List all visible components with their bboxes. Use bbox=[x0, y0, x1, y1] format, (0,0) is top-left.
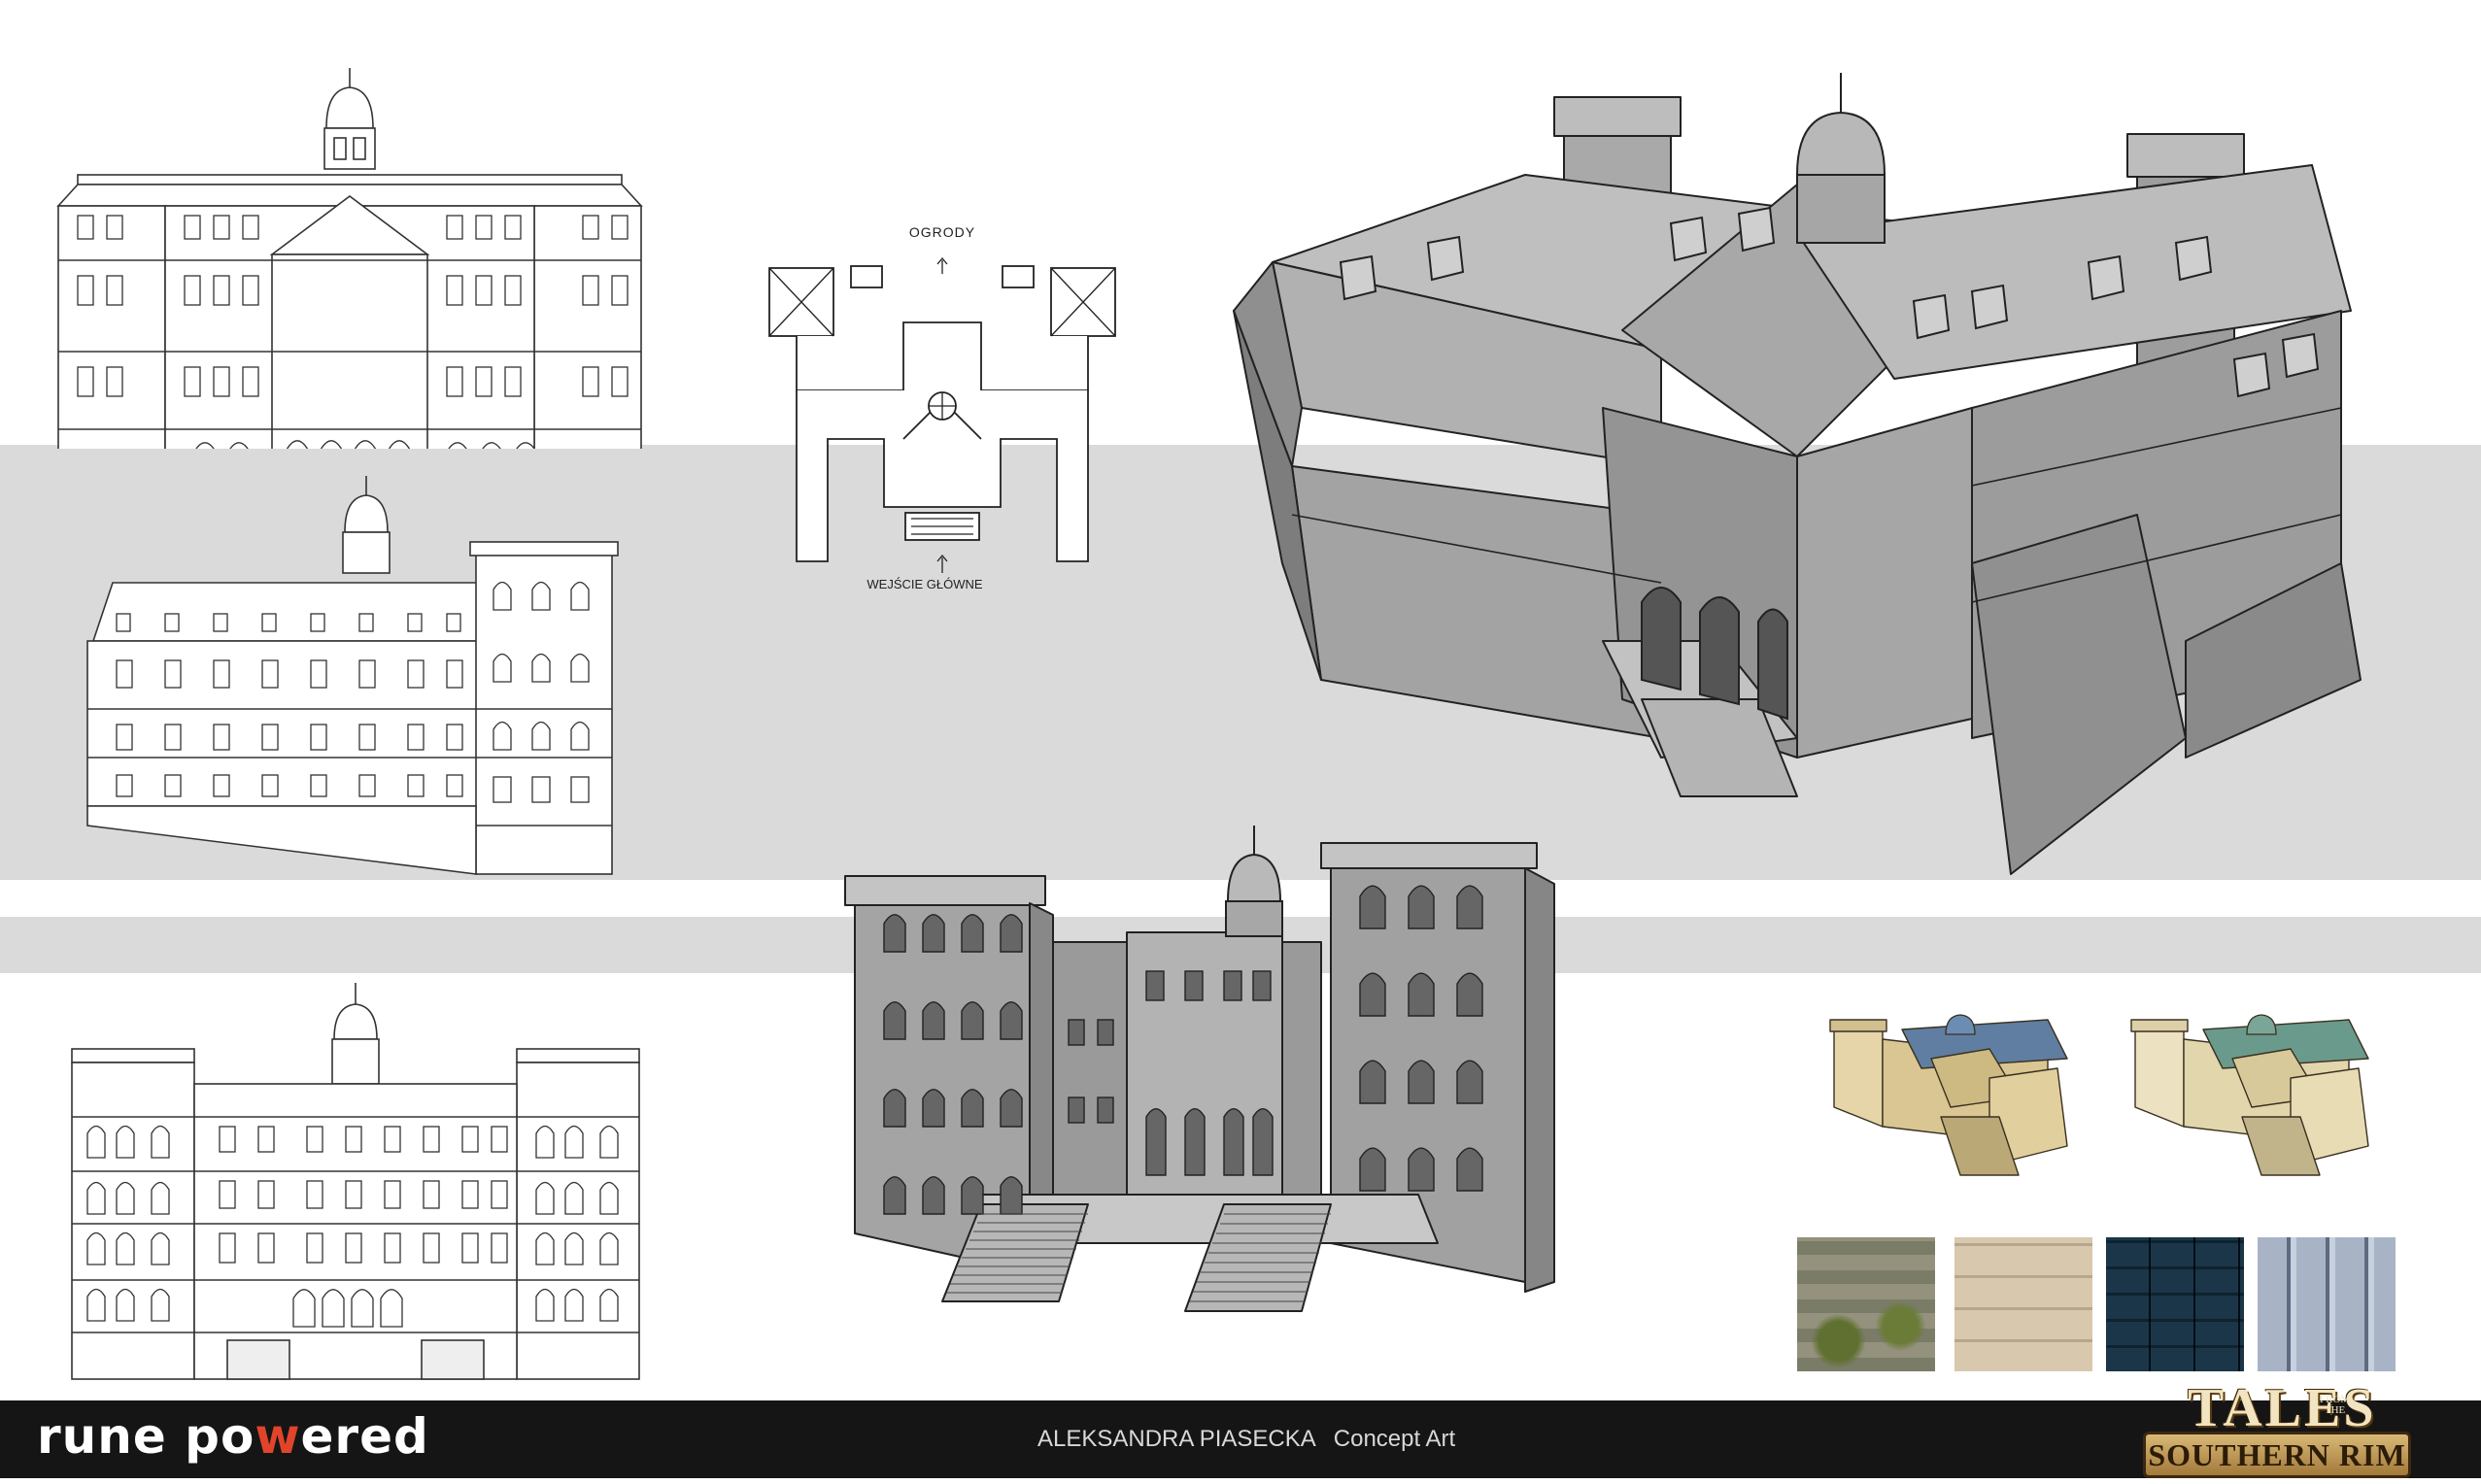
isometric-building-model bbox=[1214, 58, 2380, 932]
game-logo-southern-rim: SOUTHERN RIM bbox=[2143, 1432, 2411, 1478]
studio-logo-accent: w bbox=[255, 1408, 301, 1465]
rear-elevation-drawing bbox=[64, 981, 666, 1389]
game-logo[interactable]: TALES FROM THE SOUTHERN RIM bbox=[2133, 1377, 2415, 1484]
metal-panel-texture bbox=[2258, 1237, 2396, 1371]
mossy-stone-texture bbox=[1797, 1237, 1935, 1371]
colored-model-preview-1 bbox=[1824, 1000, 2087, 1185]
side-elevation-drawing bbox=[78, 476, 622, 884]
studio-logo[interactable]: rune powered bbox=[37, 1408, 429, 1465]
colored-model-preview-2 bbox=[2125, 1000, 2388, 1185]
plan-label-main-entrance: WEJŚCIE GŁÓWNE bbox=[867, 577, 983, 591]
floor-plan-drawing: OGRODY WEJŚCIE GŁÓWNE bbox=[758, 216, 1146, 594]
front-elevation-drawing bbox=[39, 60, 661, 449]
studio-logo-text-2: ered bbox=[300, 1408, 429, 1465]
front-perspective-model bbox=[835, 826, 1603, 1331]
studio-logo-text-1: rune po bbox=[37, 1408, 255, 1465]
artist-role: Concept Art bbox=[1333, 1426, 1456, 1452]
plan-label-gardens: OGRODY bbox=[909, 224, 975, 240]
artist-credit: ALEKSANDRA PIASECKA Concept Art bbox=[1037, 1426, 1455, 1453]
artist-name: ALEKSANDRA PIASECKA bbox=[1037, 1426, 1316, 1452]
footer-bar: rune powered ALEKSANDRA PIASECKA Concept … bbox=[0, 1378, 2481, 1478]
blue-slate-roof-texture bbox=[2106, 1237, 2244, 1371]
game-logo-from: FROM THE bbox=[2320, 1394, 2351, 1416]
sandstone-texture bbox=[1954, 1237, 2092, 1371]
